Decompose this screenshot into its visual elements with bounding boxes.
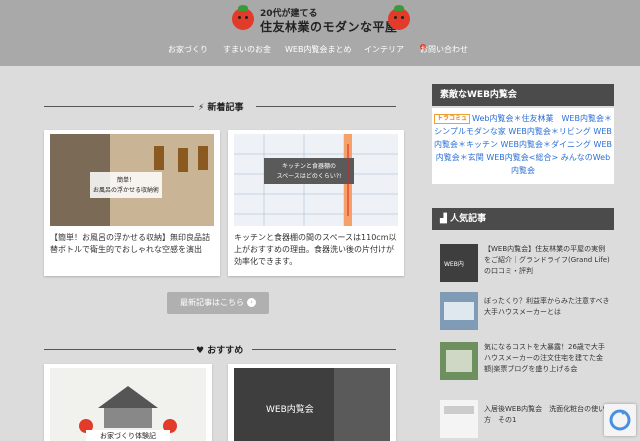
- svg-text:WEB内覧会: WEB内覧会: [266, 403, 314, 415]
- sidebar-heading-web-tour: 素敵なWEB内覧会: [432, 84, 614, 106]
- main-nav: お家づくり すまいのお金 WEB内覧会まとめ インテリア お問い合わせ: [168, 44, 468, 55]
- tomato-icon: [232, 5, 254, 30]
- post-title: 【簡単！お風呂の浮かせる収納】無印良品詰替ボトルで衛生的でおしゃれな空感を演出: [50, 233, 210, 254]
- heart-icon: ♥: [196, 346, 205, 356]
- recommend-thumbnail: WEB内覧会: [234, 368, 390, 441]
- divider: [44, 106, 194, 107]
- site-title: 住友林業のモダンな平屋: [260, 20, 398, 34]
- web-tour-links[interactable]: トラコミュ Web内覧会＊住友林業 WEB内覧会＊シンプルモダンな家 WEB内覧会…: [434, 112, 612, 177]
- nav-item-money[interactable]: すまいのお金: [223, 44, 271, 55]
- nav-item-web-tour[interactable]: WEB内覧会まとめ: [285, 44, 351, 55]
- divider: [256, 106, 396, 107]
- more-posts-button[interactable]: 最新記事はこちら ›: [167, 292, 269, 314]
- recommend-thumbnail: お家づくり体験記: [50, 368, 206, 441]
- site-logo[interactable]: 20代が建てる 住友林業のモダンな平屋: [232, 4, 412, 36]
- popular-thumbnail: [440, 400, 478, 438]
- nav-item-house[interactable]: お家づくり: [168, 44, 208, 55]
- divider: [44, 349, 194, 350]
- recaptcha-badge[interactable]: [604, 404, 636, 436]
- post-thumbnail: 簡単！ お風呂の浮かせる収納術: [50, 134, 214, 226]
- recommend-card[interactable]: お家づくり体験記: [44, 364, 212, 441]
- chart-icon: ▟: [440, 214, 447, 224]
- post-card[interactable]: 簡単！ お風呂の浮かせる収納術 【簡単！お風呂の浮かせる収納】無印良品詰替ボトル…: [44, 130, 220, 276]
- popular-item[interactable]: ぼったくり？利益率からみた注意すべき大手ハウスメーカーとは: [432, 292, 614, 340]
- torakomyu-badge[interactable]: トラコミュ: [434, 113, 471, 124]
- popular-item[interactable]: 気になるコストを大暴露！26歳で大手ハウスメーカーの注文住宅を建てた金額|楽票ブ…: [432, 342, 614, 390]
- tomato-icon: [388, 5, 410, 30]
- sidebar-heading-popular: ▟ 人気記事: [432, 208, 614, 230]
- popular-title: 【WEB内覧会】住友林業の平屋の実例をご紹介｜グランドライフ(Grand Lif…: [484, 245, 610, 275]
- post-thumbnail: キッチンと食器棚の スペースはどのくらい?!: [234, 134, 398, 226]
- svg-text:お風呂の浮かせる収納術: お風呂の浮かせる収納術: [93, 186, 159, 194]
- post-title: キッチンと食器棚の間のスペースは110cm以上がおすすめの理由。食器洗い後の片付…: [234, 233, 397, 266]
- popular-thumbnail: WEB内: [440, 244, 478, 282]
- popular-thumbnail: [440, 342, 478, 380]
- popular-title: ぼったくり？利益率からみた注意すべき大手ハウスメーカーとは: [484, 297, 610, 316]
- svg-text:お家づくり体験記: お家づくり体験記: [100, 431, 156, 440]
- web-tour-box: トラコミュ Web内覧会＊住友林業 WEB内覧会＊シンプルモダンな家 WEB内覧会…: [432, 108, 614, 184]
- popular-item[interactable]: WEB内 【WEB内覧会】住友林業の平屋の実例をご紹介｜グランドライフ(Gran…: [432, 244, 614, 292]
- svg-text:キッチンと食器棚の: キッチンと食器棚の: [282, 162, 336, 170]
- bolt-icon: ⚡: [198, 103, 205, 113]
- svg-text:WEB内: WEB内: [444, 260, 464, 268]
- popular-title: 気になるコストを大暴露！26歳で大手ハウスメーカーの注文住宅を建てた金額|楽票ブ…: [484, 343, 605, 373]
- arrow-right-icon: ›: [247, 298, 256, 307]
- recommend-card[interactable]: WEB内覧会: [228, 364, 396, 441]
- popular-item[interactable]: 入居後WEB内覧会 洗面化粧台の使い方 その1: [432, 400, 614, 441]
- svg-text:スペースはどのくらい?!: スペースはどのくらい?!: [277, 172, 342, 180]
- popular-title: 入居後WEB内覧会 洗面化粧台の使い方 その1: [484, 405, 606, 424]
- nav-item-interior[interactable]: インテリア: [364, 44, 404, 55]
- popular-thumbnail: [440, 292, 478, 330]
- section-title-recommend: ♥ おすすめ: [196, 346, 244, 356]
- section-title-new: ⚡ 新着記事: [198, 103, 244, 113]
- divider: [252, 349, 396, 350]
- site-header: 20代が建てる 住友林業のモダンな平屋 お家づくり すまいのお金 WEB内覧会ま…: [0, 0, 640, 66]
- post-card[interactable]: キッチンと食器棚の スペースはどのくらい?! キッチンと食器棚の間のスペースは1…: [228, 130, 404, 276]
- svg-text:簡単！: 簡単！: [117, 176, 135, 184]
